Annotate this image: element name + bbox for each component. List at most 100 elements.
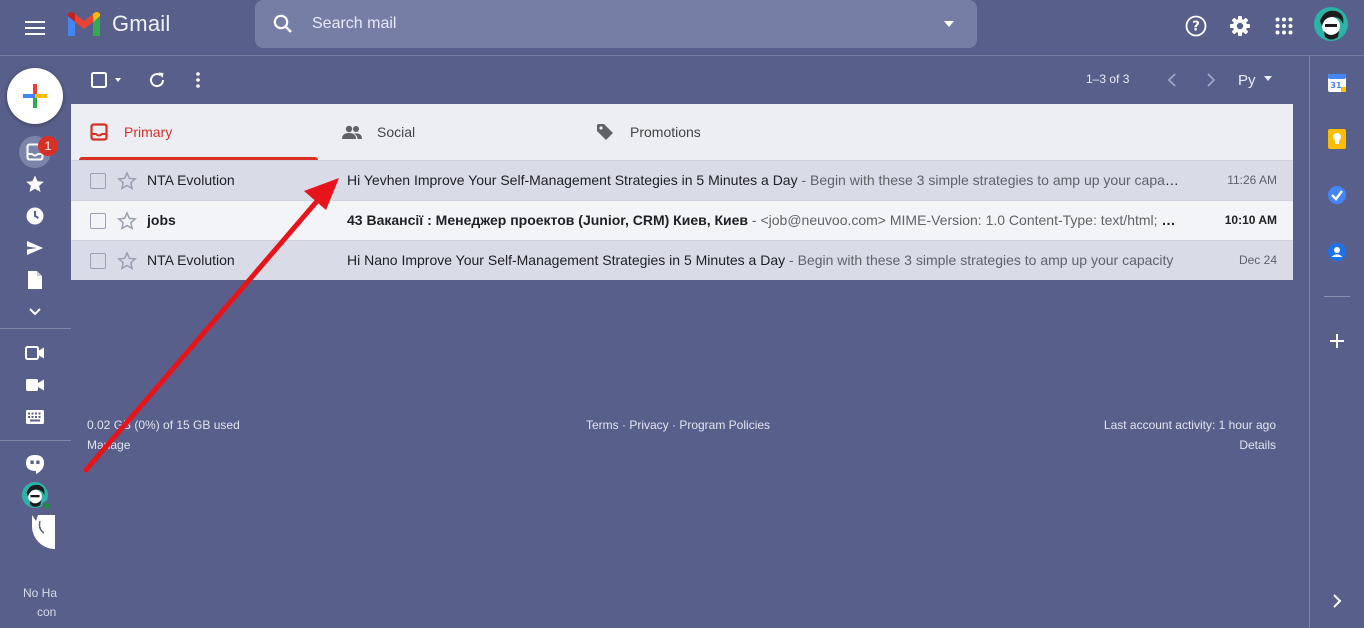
- side-panel-separator: [1324, 296, 1350, 297]
- star-outline-icon[interactable]: [117, 211, 137, 231]
- star-outline-icon[interactable]: [117, 251, 137, 271]
- hangouts-illustration: [32, 515, 55, 549]
- search-bar[interactable]: [255, 0, 977, 48]
- keep-addon-button[interactable]: [1326, 128, 1348, 150]
- hangouts-illustration-icon: [32, 515, 45, 534]
- policy-links[interactable]: Terms · Privacy · Program Policies: [586, 418, 770, 432]
- meet-keyboard[interactable]: [23, 405, 47, 429]
- search-icon[interactable]: [271, 12, 295, 36]
- pagination-count: 1–3 of 3: [1086, 72, 1130, 86]
- help-icon: ?: [1185, 15, 1207, 37]
- plus-icon: [1330, 334, 1344, 348]
- main-menu-button[interactable]: [15, 8, 55, 48]
- more-actions-button[interactable]: [186, 68, 210, 92]
- email-snippet: - Begin with these 3 simple strategies t…: [785, 252, 1174, 268]
- show-side-panel-button[interactable]: [1326, 590, 1348, 612]
- more-vertical-icon: [196, 72, 200, 88]
- input-language-label: Ру: [1238, 72, 1256, 89]
- tab-primary[interactable]: Primary: [71, 104, 324, 160]
- gear-icon: [1230, 16, 1250, 36]
- inbox-tab-icon: [89, 122, 109, 142]
- sidebar-item-snoozed[interactable]: [23, 204, 47, 228]
- email-subject: 43 Вакансії : Менеджер проектов (Junior,…: [347, 212, 749, 228]
- meet-new-meeting[interactable]: [23, 341, 47, 365]
- email-sender: NTA Evolution: [147, 252, 235, 268]
- hangouts-empty-line2: con: [37, 605, 57, 619]
- sidebar-item-sent[interactable]: [23, 236, 47, 260]
- side-panel-divider: [1309, 56, 1310, 628]
- search-options-dropdown-icon[interactable]: [941, 18, 957, 30]
- annotation-arrow: [83, 178, 339, 473]
- email-snippet: - <job@neuvoo.com> MIME-Version: 1.0 Con…: [751, 212, 1182, 228]
- gmail-m-icon: [68, 12, 100, 36]
- hangouts-empty-line1: No Ha: [23, 586, 58, 600]
- keep-bulb-icon: [1328, 129, 1346, 149]
- row-checkbox[interactable]: [90, 173, 106, 189]
- input-tools-button[interactable]: Ру: [1238, 72, 1273, 89]
- email-time: 11:26 AM: [1227, 173, 1277, 187]
- row-checkbox[interactable]: [90, 253, 106, 269]
- refresh-button[interactable]: [145, 68, 169, 92]
- get-addons-button[interactable]: [1326, 330, 1348, 352]
- app-name: Gmail: [112, 11, 171, 36]
- inbox-unread-badge: 1: [38, 136, 58, 156]
- video-camera-outline-icon: [25, 346, 44, 360]
- manage-storage-link[interactable]: Manage: [87, 438, 130, 452]
- contacts-addon-button[interactable]: [1326, 241, 1348, 263]
- email-row[interactable]: NTA Evolution Hi Yevhen Improve Your Sel…: [71, 160, 1293, 200]
- calendar-icon: 31: [1328, 74, 1346, 92]
- people-icon: [342, 122, 362, 142]
- activity-details-link[interactable]: Details: [1239, 438, 1276, 452]
- top-bar: Gmail ?: [0, 0, 1364, 56]
- search-input[interactable]: [312, 15, 912, 33]
- rail-divider: [0, 440, 71, 441]
- email-content: Hi Nano Improve Your Self-Management Str…: [347, 252, 1182, 268]
- keyboard-icon: [26, 410, 44, 424]
- account-avatar[interactable]: [1314, 7, 1348, 41]
- online-status-dot: [42, 501, 52, 511]
- tab-promotions[interactable]: Promotions: [577, 104, 830, 160]
- svg-text:?: ?: [1192, 20, 1200, 35]
- storage-usage: 0.02 GB (0%) of 15 GB used: [87, 418, 240, 432]
- hamburger-menu-icon: [25, 21, 45, 35]
- help-button[interactable]: ?: [1178, 8, 1214, 44]
- chevron-left-icon: [1167, 73, 1176, 87]
- sidebar-more-button[interactable]: [23, 300, 47, 324]
- compose-button[interactable]: [7, 68, 63, 124]
- star-icon: [26, 175, 44, 192]
- settings-button[interactable]: [1222, 8, 1258, 44]
- email-sender: jobs: [147, 212, 176, 228]
- chevron-down-icon: [29, 308, 41, 316]
- contacts-person-icon: [1328, 243, 1346, 261]
- email-time: 10:10 AM: [1224, 213, 1277, 227]
- google-apps-button[interactable]: [1266, 8, 1302, 44]
- email-content: Hi Yevhen Improve Your Self-Management S…: [347, 172, 1182, 188]
- plus-icon: [23, 84, 47, 108]
- category-tabs: Primary Social Promotions: [71, 104, 1293, 160]
- meet-join-meeting[interactable]: [23, 373, 47, 397]
- email-time: Dec 24: [1238, 253, 1277, 267]
- older-page-button[interactable]: [1199, 68, 1223, 92]
- apps-grid-icon: [1275, 17, 1293, 35]
- email-sender: NTA Evolution: [147, 172, 235, 188]
- draft-document-icon: [28, 271, 42, 289]
- last-activity: Last account activity: 1 hour ago: [1103, 418, 1276, 432]
- email-row[interactable]: NTA Evolution Hi Nano Improve Your Self-…: [71, 240, 1293, 280]
- star-outline-icon[interactable]: [117, 171, 137, 191]
- sidebar-item-starred[interactable]: [23, 172, 47, 196]
- sidebar-item-drafts[interactable]: [23, 268, 47, 292]
- rail-divider: [0, 328, 71, 329]
- tab-label: Promotions: [630, 124, 701, 140]
- avatar-face-icon: [1320, 10, 1344, 40]
- tasks-addon-button[interactable]: [1326, 184, 1348, 206]
- gmail-logo[interactable]: Gmail: [66, 10, 170, 38]
- hangouts-button[interactable]: [23, 453, 47, 477]
- newer-page-button[interactable]: [1160, 68, 1184, 92]
- tab-social[interactable]: Social: [324, 104, 577, 160]
- select-all-checkbox[interactable]: [86, 68, 126, 92]
- email-row[interactable]: jobs 43 Вакансії : Менеджер проектов (Ju…: [71, 200, 1293, 240]
- calendar-addon-button[interactable]: 31: [1326, 72, 1348, 94]
- row-checkbox[interactable]: [90, 213, 106, 229]
- tasks-check-icon: [1328, 186, 1346, 204]
- tab-label: Social: [377, 124, 416, 140]
